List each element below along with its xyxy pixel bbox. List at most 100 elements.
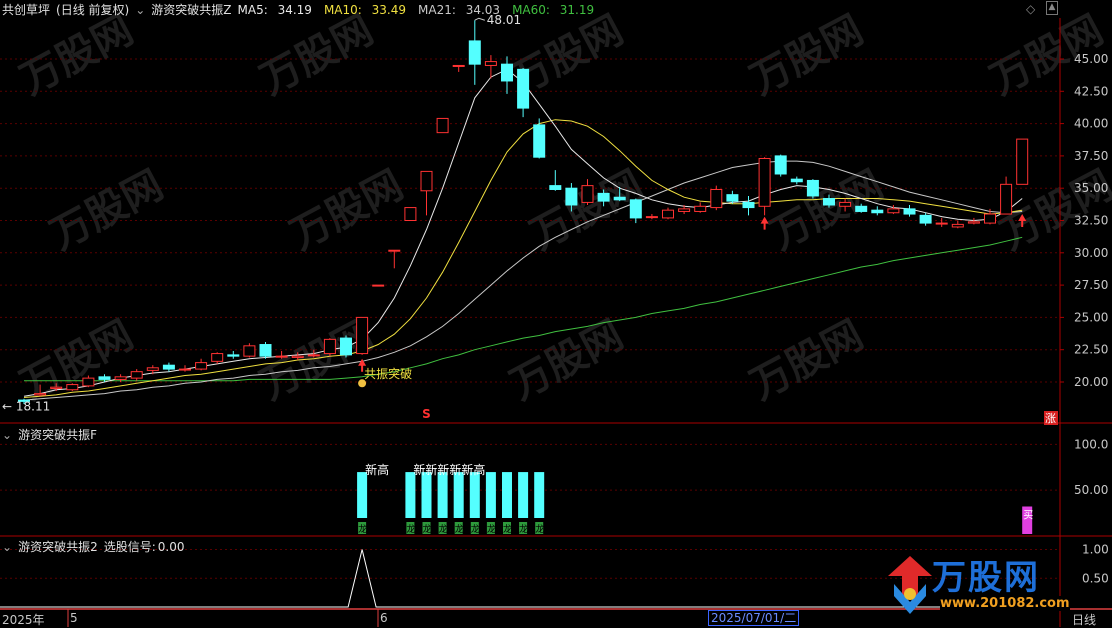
low-value-label: ← 18.11 — [2, 400, 50, 414]
bar-tag-label: 龙 — [439, 523, 448, 535]
chart-canvas[interactable]: 万股网 万股网 万股网 万股网 万股网万股网 万股网 万股网 万股网 万股网万股网 万股网 万股网万… — [0, 0, 1112, 627]
candle-body — [130, 371, 143, 379]
ma5-readout: MA5: 34.19 — [237, 3, 312, 17]
candle-body — [243, 345, 256, 357]
cursor-hand-icon — [358, 379, 367, 388]
candle-body — [919, 214, 932, 224]
x-label-june: 6 — [380, 611, 388, 625]
candle-body — [404, 207, 417, 222]
indicator-name-2[interactable]: 游资突破共振2 — [18, 540, 98, 554]
price-axis-label: 20.00 — [1074, 375, 1108, 389]
bar-tag-label: 龙 — [423, 523, 432, 535]
candle-body — [694, 205, 707, 212]
price-axis-label: 35.00 — [1074, 181, 1108, 195]
candle-body — [597, 192, 610, 202]
new-high-bar — [421, 472, 432, 518]
candle-body — [726, 194, 739, 202]
price-axis-label: 32.50 — [1074, 214, 1108, 228]
price-axis-label: 37.50 — [1074, 149, 1108, 163]
candle-body — [452, 64, 465, 67]
new-high-label: 新高 — [365, 462, 389, 477]
candle-body — [484, 61, 497, 66]
candle-body — [903, 208, 916, 215]
bottom-header: ⌄ 游资突破共振2 选股信号: 0.00 — [2, 537, 190, 557]
candle-body — [790, 178, 803, 183]
candle-body — [468, 40, 481, 65]
kline-chart-window[interactable]: 万股网 万股网 万股网 万股网 万股网 万股网 万股网 万股网 万股网 万股网 万股网 万股网 万股网万… — [0, 0, 1112, 627]
candle-body — [565, 187, 578, 206]
candle-body — [742, 201, 755, 209]
watermark-text: 万股网 — [743, 7, 871, 104]
candle-body — [388, 249, 401, 252]
new-high-bar — [405, 472, 416, 518]
chevron-down-icon[interactable]: ⌄ — [2, 428, 12, 442]
candle-body — [967, 221, 980, 224]
candle-body — [259, 344, 272, 357]
candle-body — [629, 199, 642, 219]
candle-body — [678, 208, 691, 212]
candle-body — [162, 364, 175, 370]
period-label[interactable]: (日线 前复权) — [56, 3, 129, 17]
watermark-text: 万股网 — [503, 312, 631, 409]
bar-tag-label: 龙 — [535, 523, 544, 535]
period-indicator[interactable]: 日线 — [1072, 611, 1096, 628]
candle-body — [356, 316, 369, 355]
candle-body — [211, 353, 224, 362]
indicator-name-z[interactable]: 游资突破共振Z — [151, 3, 231, 17]
pane-toggle-icon[interactable]: ▲ — [1046, 1, 1058, 15]
stock-name[interactable]: 共创草坪 — [2, 3, 50, 17]
main-header: 共创草坪 (日线 前复权) ⌄ 游资突破共振Z MA5: 34.19 MA10: 33.4… — [2, 0, 606, 20]
brand-logo-icon — [888, 556, 932, 614]
candle-body — [549, 185, 562, 190]
f-axis-label: 50.00 — [1074, 483, 1108, 497]
candle-body — [195, 362, 208, 370]
bar-tag-label: 龙 — [519, 523, 528, 535]
indicator-name-f[interactable]: 游资突破共振F — [18, 428, 97, 442]
bar-tag-label: 龙 — [406, 523, 415, 535]
candle-body — [662, 209, 674, 219]
price-axis-label: 42.50 — [1074, 84, 1108, 98]
right-marker-label: 涨 — [1045, 412, 1056, 425]
bar-tag-label: 龙 — [471, 523, 480, 535]
new-high-bar — [357, 472, 368, 518]
brand-name: 万股网 — [932, 558, 1040, 598]
candle-body — [533, 124, 546, 158]
watermark-text: 万股网 — [743, 312, 871, 409]
candle-body — [66, 384, 79, 391]
bar-tag-label: 龙 — [358, 523, 367, 535]
new-high-bar — [534, 472, 545, 518]
new-high-bar — [437, 472, 448, 518]
watermark-text: 万股网 — [13, 312, 141, 409]
ma60-readout: MA60: 31.19 — [512, 3, 595, 17]
candle-body — [146, 367, 159, 371]
price-axis-label: 25.00 — [1074, 310, 1108, 324]
candle-body — [323, 338, 336, 355]
watermark-text: 万股网 — [43, 162, 171, 259]
watermark-text: 万股网 — [13, 7, 141, 104]
new-high-bar — [518, 472, 529, 518]
candle-body — [275, 355, 288, 358]
chevron-down-icon[interactable]: ⌄ — [2, 540, 12, 554]
cursor-date: 2025/07/01/二 — [708, 610, 800, 626]
candle-body — [645, 216, 658, 219]
watermark-text: 万股网 — [253, 7, 381, 104]
candle-body — [114, 376, 127, 380]
candle-body — [935, 222, 948, 225]
diamond-icon[interactable]: ◇ — [1026, 2, 1035, 16]
candle-body — [291, 355, 304, 358]
candle-body — [501, 63, 513, 82]
candle-body — [823, 198, 835, 206]
candle-body — [179, 368, 191, 371]
chevron-down-icon[interactable]: ⌄ — [135, 3, 145, 17]
price-axis-label: 27.50 — [1074, 278, 1108, 292]
candle-body — [758, 157, 771, 207]
candle-body — [774, 155, 787, 175]
bar-tag-label: 龙 — [487, 523, 496, 535]
candle-body — [1000, 183, 1013, 215]
x-label-year: 2025年 — [2, 613, 45, 627]
candle-body — [372, 284, 385, 287]
brand-watermark: 万股网 www.201082.com — [888, 548, 1088, 618]
candle-body — [517, 68, 530, 109]
candle-body — [34, 393, 47, 396]
buy-mark-label: 买 — [1023, 510, 1033, 522]
